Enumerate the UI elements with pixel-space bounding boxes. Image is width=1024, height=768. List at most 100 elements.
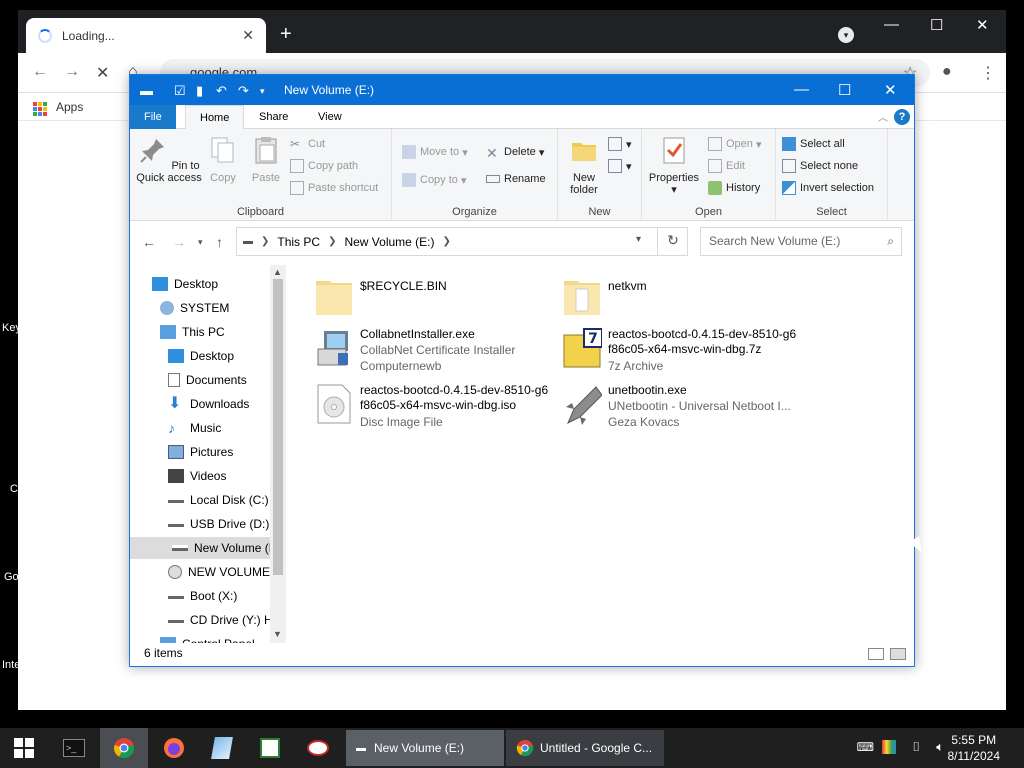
chrome-taskbar-button[interactable] <box>100 728 148 768</box>
scroll-thumb[interactable] <box>273 279 283 575</box>
app-taskbar-button[interactable] <box>246 728 294 768</box>
apps-icon[interactable] <box>33 102 47 116</box>
details-view-icon[interactable] <box>868 648 884 660</box>
paste-shortcut-button[interactable]: Paste shortcut <box>290 181 378 195</box>
forward-icon[interactable]: → <box>64 63 80 81</box>
customize-dropdown-icon[interactable]: ▾ <box>260 86 265 97</box>
select-none-button[interactable]: Select none <box>782 159 858 173</box>
taskbar-chrome-task[interactable]: Untitled - Google C... <box>506 730 664 766</box>
chrome-tab[interactable]: Loading... ✕ <box>26 18 266 53</box>
help-button[interactable]: ? <box>894 109 910 125</box>
scroll-up-icon[interactable]: ▲ <box>273 267 282 277</box>
chrome-minimize-button[interactable]: — <box>884 16 899 33</box>
nav-pane-scrollbar[interactable]: ▲ ▼ <box>270 265 286 643</box>
paste-button[interactable]: Paste <box>246 135 286 184</box>
new-tab-button[interactable]: + <box>280 24 292 44</box>
app-taskbar-button[interactable] <box>294 728 342 768</box>
back-arrow-icon[interactable]: ← <box>142 234 156 250</box>
file-item[interactable]: reactos-bootcd-0.4.15-dev-8510-g6 f86c05… <box>314 383 562 435</box>
back-icon[interactable]: ← <box>32 63 48 81</box>
properties-button[interactable]: Properties ▾ <box>646 135 702 196</box>
color-icon[interactable] <box>882 740 896 754</box>
terminal-taskbar-button[interactable]: >_ <box>50 728 98 768</box>
easy-access-button[interactable]: ▾ <box>608 159 632 173</box>
collapse-ribbon-icon[interactable]: ︿ <box>878 109 888 124</box>
chrome-close-button[interactable]: ✕ <box>976 16 989 34</box>
new-folder-button[interactable]: New folder <box>562 135 606 196</box>
address-dropdown-icon[interactable]: ▾ <box>636 234 641 245</box>
nav-item[interactable]: Control Panel <box>160 633 255 643</box>
pin-quick-access-button[interactable]: Pin to Quick access <box>136 135 202 184</box>
cut-button[interactable]: ✂ Cut <box>290 137 325 151</box>
stop-icon[interactable]: ✕ <box>96 63 109 83</box>
firefox-taskbar-button[interactable] <box>150 728 198 768</box>
explorer-close-button[interactable]: ✕ <box>884 81 897 99</box>
nav-item[interactable]: Desktop <box>152 273 218 295</box>
rename-button[interactable]: Rename <box>486 173 546 185</box>
clock[interactable]: 5:55 PM 8/11/2024 <box>948 732 1001 764</box>
nav-item[interactable]: Pictures <box>168 441 233 463</box>
search-input[interactable]: Search New Volume (E:) ⌕ <box>700 227 902 256</box>
scroll-down-icon[interactable]: ▼ <box>273 629 282 639</box>
properties-quick-icon[interactable]: ☑ <box>174 83 186 99</box>
file-item[interactable]: unetbootin.exe UNetbootin - Universal Ne… <box>562 383 810 435</box>
refresh-button[interactable]: ↻ <box>657 227 688 256</box>
copy-to-button[interactable]: Copy to ▾ <box>402 173 467 187</box>
new-folder-quick-icon[interactable]: ▮ <box>196 83 203 99</box>
nav-item[interactable]: ♪ Music <box>168 417 221 439</box>
history-button[interactable]: History <box>708 181 760 195</box>
tab-file[interactable]: File <box>130 105 176 129</box>
file-item[interactable]: CollabnetInstaller.exe CollabNet Certifi… <box>314 327 562 379</box>
copy-path-button[interactable]: Copy path <box>290 159 358 173</box>
file-item[interactable]: netkvm <box>562 275 810 327</box>
redo-icon[interactable]: ↷ <box>238 83 249 99</box>
nav-item[interactable]: Desktop <box>168 345 234 367</box>
explorer-maximize-button[interactable]: ☐ <box>838 81 851 99</box>
file-item[interactable]: $RECYCLE.BIN <box>314 275 562 327</box>
taskbar-explorer-task[interactable]: ▬ New Volume (E:) <box>346 730 504 766</box>
nav-item[interactable]: ⬇ Downloads <box>168 393 249 415</box>
breadcrumb[interactable]: ▬ ❯ This PC ❯ New Volume (E:) ❯ <box>236 227 688 256</box>
recent-locations-icon[interactable]: ▾ <box>198 237 203 248</box>
nav-item[interactable]: Local Disk (C:) <box>168 489 269 511</box>
keyboard-icon[interactable]: ⌨ <box>857 740 874 754</box>
nav-item[interactable]: USB Drive (D:) <box>168 513 269 535</box>
nav-item[interactable]: Boot (X:) <box>168 585 237 607</box>
tab-search-button[interactable]: ▾ <box>838 27 854 43</box>
move-to-button[interactable]: Move to ▾ <box>402 145 468 159</box>
nav-item-selected[interactable]: New Volume (E <box>130 537 277 559</box>
nav-item[interactable]: Videos <box>168 465 226 487</box>
delete-button[interactable]: ✕ Delete ▾ <box>486 145 544 161</box>
menu-icon[interactable]: ⋮ <box>980 63 996 83</box>
usb-icon[interactable]: ⌷ <box>912 739 920 755</box>
large-icons-view-icon[interactable] <box>890 648 906 660</box>
forward-arrow-icon[interactable]: → <box>172 234 186 250</box>
new-item-button[interactable]: ▾ <box>608 137 632 151</box>
open-button[interactable]: Open ▾ <box>708 137 762 151</box>
breadcrumb-new-volume[interactable]: New Volume (E:) <box>344 235 434 249</box>
app-taskbar-button[interactable] <box>198 728 246 768</box>
up-arrow-icon[interactable]: ↑ <box>216 234 223 250</box>
breadcrumb-this-pc[interactable]: This PC <box>277 235 320 249</box>
nav-item[interactable]: CD Drive (Y:) H <box>168 609 273 631</box>
nav-item[interactable]: This PC <box>160 321 225 343</box>
select-all-button[interactable]: Select all <box>782 137 845 151</box>
tab-close-icon[interactable]: ✕ <box>242 27 254 44</box>
apps-link[interactable]: Apps <box>56 100 83 114</box>
nav-item[interactable]: Documents <box>168 369 247 391</box>
tab-share[interactable]: Share <box>245 105 302 129</box>
profile-icon[interactable]: ● <box>942 63 952 81</box>
volume-muted-icon[interactable]: 🔈︎ <box>936 739 944 755</box>
explorer-minimize-button[interactable]: — <box>794 81 809 98</box>
edit-button[interactable]: Edit <box>708 159 745 173</box>
invert-selection-button[interactable]: Invert selection <box>782 181 874 195</box>
start-button[interactable] <box>0 728 48 768</box>
tab-view[interactable]: View <box>304 105 356 129</box>
tab-home[interactable]: Home <box>185 105 245 129</box>
file-item[interactable]: 7 reactos-bootcd-0.4.15-dev-8510-g6 f86c… <box>562 327 810 379</box>
chrome-maximize-button[interactable]: ☐ <box>930 16 943 34</box>
undo-icon[interactable]: ↶ <box>216 83 227 99</box>
nav-item[interactable]: SYSTEM <box>160 297 229 319</box>
nav-item[interactable]: NEW VOLUME <box>168 561 270 583</box>
copy-button[interactable]: Copy <box>206 135 240 184</box>
